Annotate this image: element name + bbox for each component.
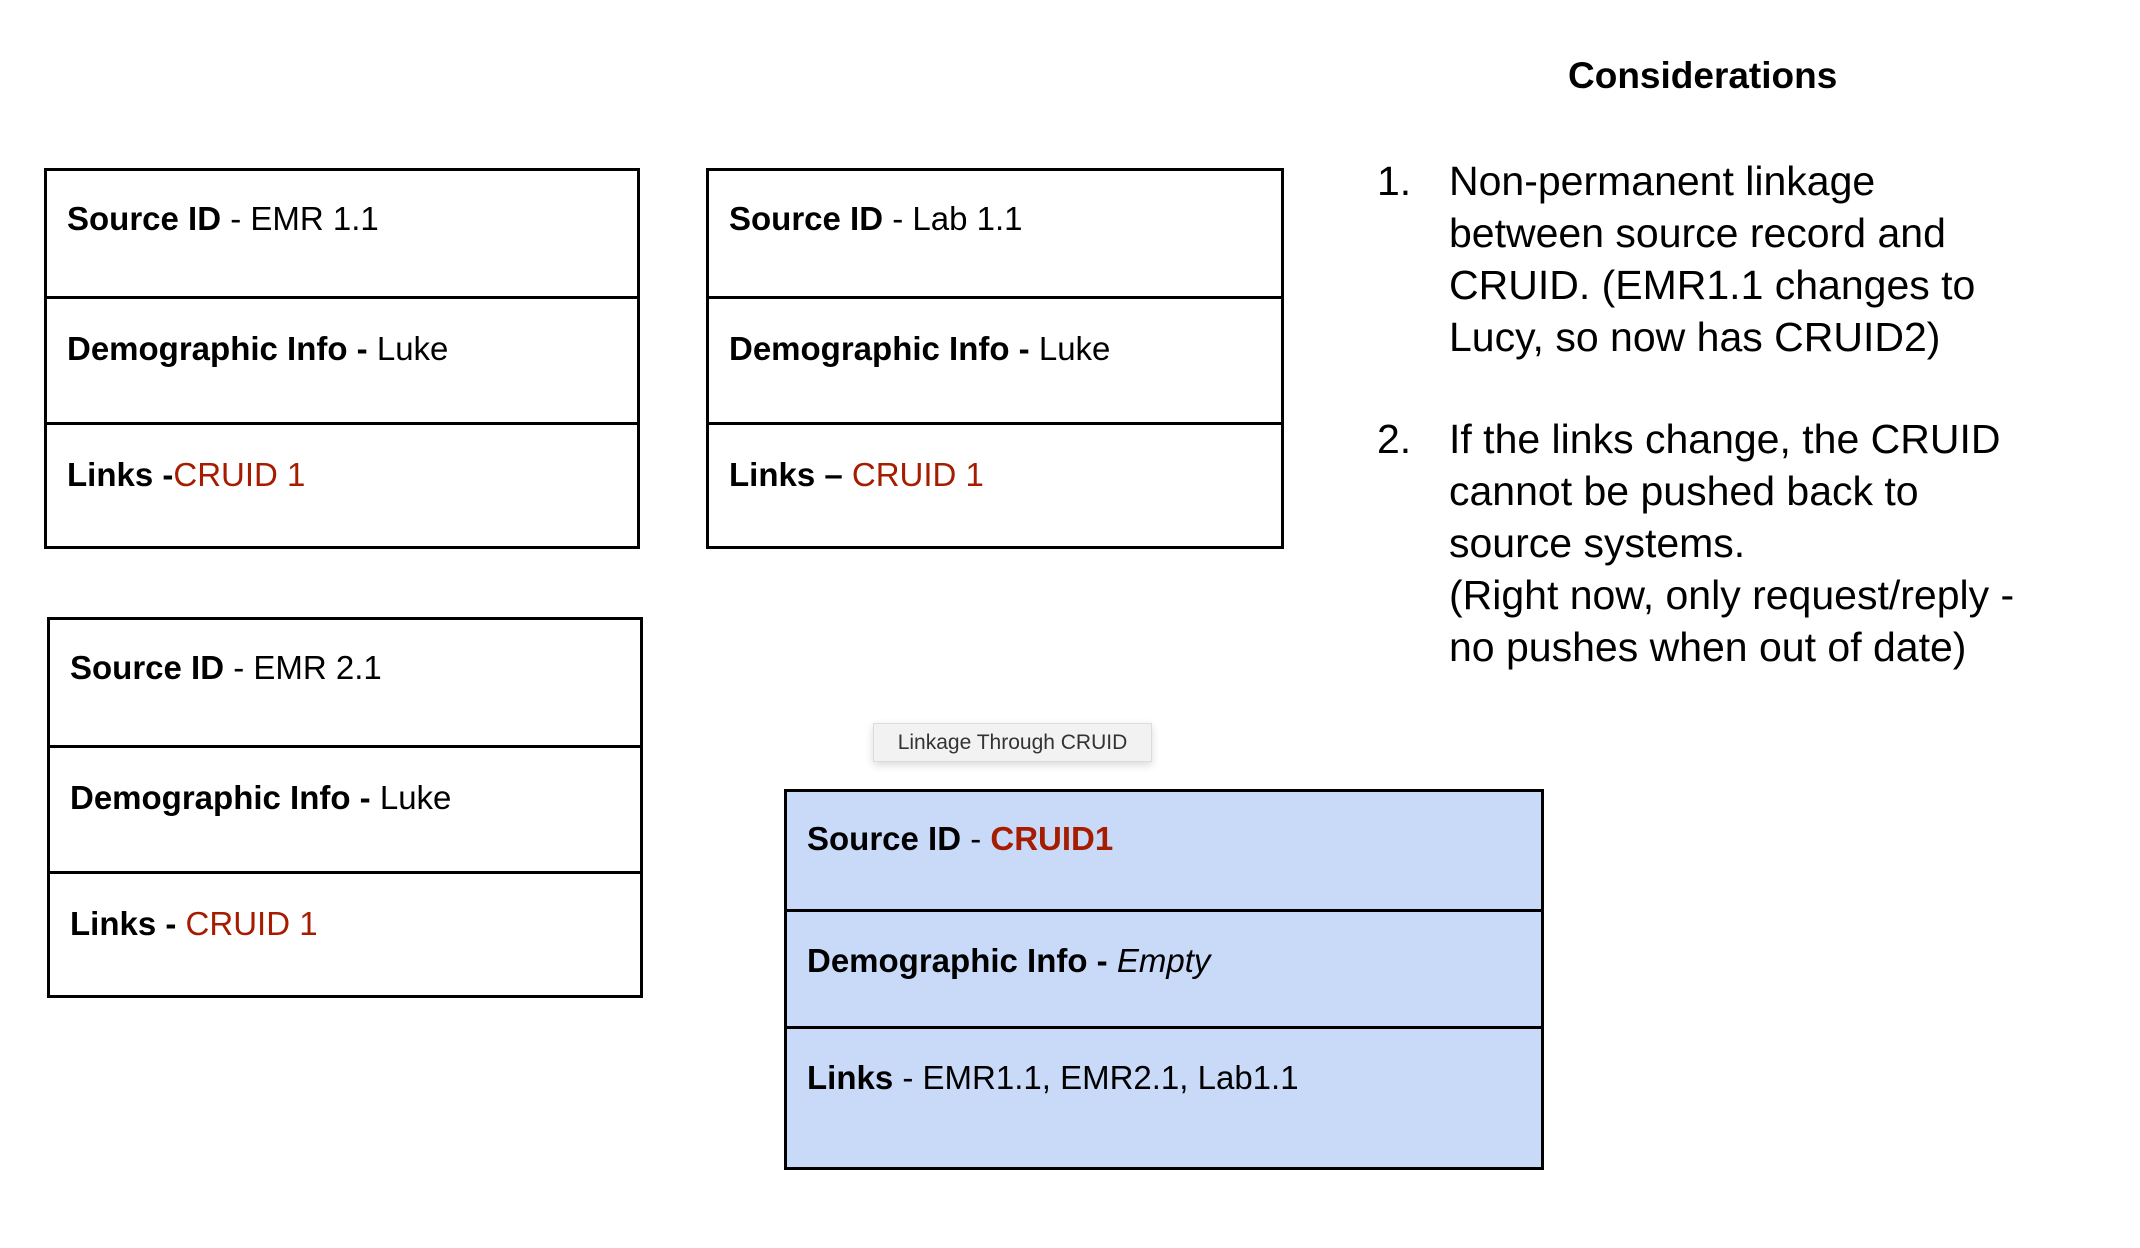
source-id-value: Lab 1.1 (912, 200, 1023, 237)
cruid-record[interactable]: Source ID - CRUID1 Demographic Info - Em… (784, 789, 1544, 1170)
demographic-info-label: Demographic Info - (70, 779, 380, 816)
demographic-info-value: Luke (379, 779, 452, 816)
source-id-row: Source ID - EMR 2.1 (50, 620, 640, 745)
separator: - (893, 1059, 923, 1096)
item-line: no pushes when out of date) (1449, 624, 1967, 670)
links-row: Links - CRUID 1 (50, 871, 640, 998)
item-line: CRUID. (EMR1.1 changes to (1449, 262, 1976, 308)
consideration-item: 2. If the links change, the CRUID cannot… (1370, 413, 2140, 673)
links-label: Links - (70, 905, 186, 942)
source-record-emr-2-1[interactable]: Source ID - EMR 2.1 Demographic Info - L… (47, 617, 643, 998)
item-line: Lucy, so now has CRUID2) (1449, 314, 1941, 360)
links-row: Links - EMR1.1, EMR2.1, Lab1.1 (787, 1026, 1541, 1170)
source-id-row: Source ID - EMR 1.1 (47, 171, 637, 296)
links-label: Links (807, 1059, 894, 1096)
source-id-value: EMR 1.1 (250, 200, 379, 237)
source-id-label: Source ID (70, 649, 225, 686)
demographic-info-row: Demographic Info - Empty (787, 909, 1541, 1026)
links-label: Links – (729, 456, 852, 493)
item-number: 2. (1377, 416, 1412, 462)
demographic-info-label: Demographic Info - (729, 330, 1039, 367)
links-value: CRUID 1 (173, 456, 306, 493)
demographic-info-value: Empty (1116, 942, 1211, 979)
links-value: EMR1.1, EMR2.1, Lab1.1 (922, 1059, 1299, 1096)
demographic-info-row: Demographic Info - Luke (47, 296, 637, 422)
source-id-label: Source ID (729, 200, 884, 237)
demographic-info-label: Demographic Info - (807, 942, 1117, 979)
item-line: (Right now, only request/reply - (1449, 572, 2015, 618)
separator: - (961, 820, 991, 857)
demographic-info-row: Demographic Info - Luke (709, 296, 1281, 422)
source-id-row: Source ID - CRUID1 (787, 792, 1541, 909)
item-line: cannot be pushed back to (1449, 468, 1919, 514)
item-line: If the links change, the CRUID (1449, 416, 2001, 462)
source-record-lab-1-1[interactable]: Source ID - Lab 1.1 Demographic Info - L… (706, 168, 1284, 549)
source-id-value: EMR 2.1 (253, 649, 382, 686)
source-record-emr-1-1[interactable]: Source ID - EMR 1.1 Demographic Info - L… (44, 168, 640, 549)
item-line: Non-permanent linkage (1449, 158, 1876, 204)
links-row: Links – CRUID 1 (709, 422, 1281, 549)
considerations-list: 1. Non-permanent linkage between source … (1370, 155, 2140, 723)
separator: - (883, 200, 913, 237)
item-line: source systems. (1449, 520, 1746, 566)
links-value: CRUID 1 (851, 456, 984, 493)
links-value: CRUID 1 (185, 905, 318, 942)
demographic-info-row: Demographic Info - Luke (50, 745, 640, 871)
separator: - (224, 649, 254, 686)
source-id-row: Source ID - Lab 1.1 (709, 171, 1281, 296)
consideration-item: 1. Non-permanent linkage between source … (1370, 155, 2140, 363)
source-id-label: Source ID (67, 200, 222, 237)
source-id-value: CRUID1 (990, 820, 1114, 857)
item-line: between source record and (1449, 210, 1946, 256)
links-label: Links - (67, 456, 174, 493)
linkage-tooltip: Linkage Through CRUID (873, 723, 1152, 762)
demographic-info-value: Luke (1038, 330, 1111, 367)
demographic-info-value: Luke (376, 330, 449, 367)
item-number: 1. (1377, 158, 1412, 204)
considerations-title: Considerations (1568, 55, 1838, 96)
source-id-label: Source ID (807, 820, 962, 857)
demographic-info-label: Demographic Info - (67, 330, 377, 367)
separator: - (221, 200, 251, 237)
links-row: Links -CRUID 1 (47, 422, 637, 549)
